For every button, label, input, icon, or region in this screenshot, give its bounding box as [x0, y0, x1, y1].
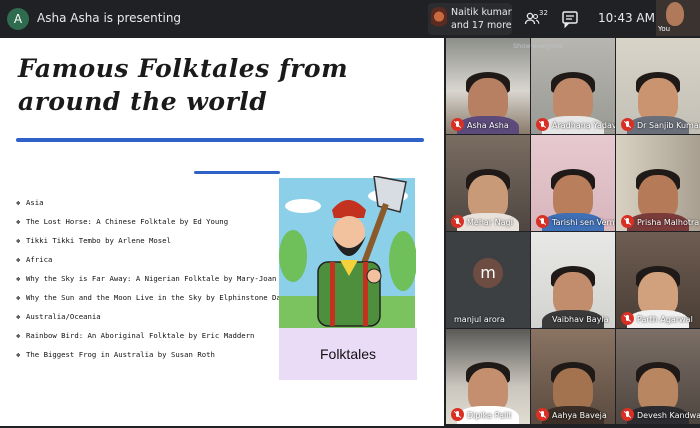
list-item-text: Why the Sun and the Moon Live in the Sky… — [26, 293, 303, 302]
top-bar: A Asha Asha is presenting Naitik kumar a… — [0, 0, 700, 50]
presenter-avatar[interactable]: A — [7, 8, 29, 30]
participant-name: Tarishi sen Verma — [552, 218, 615, 227]
participant-tile[interactable]: Dipika Palit — [446, 329, 530, 424]
participant-tile[interactable]: Tarishi sen Verma — [531, 135, 615, 231]
list-item: ❖ Africa — [16, 253, 307, 272]
overflow-more: and 17 more — [451, 20, 512, 31]
list-item-text: Rainbow Bird: An Aboriginal Folktale by … — [26, 331, 255, 340]
clock: 10:43 AM — [598, 11, 655, 25]
list-item: ❖ Why the Sun and the Moon Live in the Sk… — [16, 291, 307, 310]
chat-icon[interactable] — [560, 9, 580, 29]
list-item: ❖ The Biggest Frog in Australia by Susan … — [16, 348, 307, 367]
list-item: ❖ Why the Sky is Far Away: A Nigerian Fol… — [16, 272, 307, 291]
participant-name: Prisha Malhotra — [637, 218, 700, 227]
mic-off-icon — [451, 408, 464, 421]
participant-name: Dipika Palit — [467, 411, 512, 420]
participant-name: Vaibhav Bayla — [552, 315, 609, 324]
avatar — [431, 7, 447, 31]
participant-tile[interactable]: m manjul arora — [446, 232, 530, 328]
list-item-text: The Lost Horse: A Chinese Folktale by Ed… — [26, 217, 229, 226]
avatar: m — [473, 258, 503, 288]
show-everyone-tooltip: Show everyone — [513, 42, 564, 50]
bullet-icon: ❖ — [16, 255, 21, 264]
participant-grid: Asha Asha Aradhana Yadav Dr Sanjib Kumar… — [446, 38, 700, 426]
participant-tile[interactable]: Vaibhav Bayla — [531, 232, 615, 328]
participant-tile[interactable]: Parth Agarwal — [616, 232, 700, 328]
mic-off-icon — [621, 408, 634, 421]
participant-tile[interactable]: Mehar Nagi — [446, 135, 530, 231]
folktale-list: ❖ Asia ❖ The Lost Horse: A Chinese Folktal… — [16, 196, 307, 367]
participant-tile[interactable]: Dr Sanjib Kumar — [616, 38, 700, 134]
participant-tile[interactable]: Asha Asha — [446, 38, 530, 134]
list-item-text: Asia — [26, 198, 44, 207]
people-icon — [524, 12, 540, 25]
presenting-status: Asha Asha is presenting — [37, 11, 182, 25]
meet-window: A Asha Asha is presenting Naitik kumar a… — [0, 0, 700, 428]
participants-overflow-chip[interactable]: Naitik kumar and 17 more — [428, 3, 512, 35]
mic-off-icon — [536, 118, 549, 131]
bullet-icon: ❖ — [16, 274, 21, 283]
bullet-icon: ❖ — [16, 293, 21, 302]
list-item: ❖ Australia/Oceania — [16, 310, 307, 329]
mic-off-icon — [621, 312, 634, 325]
bullet-icon: ❖ — [16, 236, 21, 245]
list-item-text: Africa — [26, 255, 53, 264]
mic-off-icon — [451, 118, 464, 131]
participant-name: manjul arora — [454, 315, 505, 324]
participant-tile[interactable]: Aahya Baveja — [531, 329, 615, 424]
overflow-name: Naitik kumar — [451, 7, 512, 18]
decorative-rule — [194, 171, 280, 174]
mic-off-icon — [621, 215, 634, 228]
list-item-text: Tikki Tikki Tembo by Arlene Mosel — [26, 236, 171, 245]
participant-tile[interactable]: Prisha Malhotra — [616, 135, 700, 231]
illustration-caption: Folktales — [279, 328, 417, 380]
participant-name: Parth Agarwal — [637, 315, 693, 324]
list-item: ❖ Asia — [16, 196, 307, 215]
participant-tile[interactable]: Aradhana Yadav — [531, 38, 615, 134]
mic-off-icon — [536, 408, 549, 421]
people-button[interactable]: 32 — [514, 3, 554, 35]
list-item-text: Why the Sky is Far Away: A Nigerian Folk… — [26, 274, 308, 283]
audio-level-icon — [537, 315, 548, 328]
mic-off-icon — [536, 215, 549, 228]
participant-name: Aahya Baveja — [552, 411, 607, 420]
list-item: ❖ Rainbow Bird: An Aboriginal Folktale by… — [16, 329, 307, 348]
title-underline — [16, 138, 424, 142]
list-item: ❖ Tikki Tikki Tembo by Arlene Mosel — [16, 234, 307, 253]
bullet-icon: ❖ — [16, 217, 21, 226]
participant-name: Devesh Kandwal — [637, 411, 700, 420]
list-item: ❖ The Lost Horse: A Chinese Folktale by E… — [16, 215, 307, 234]
list-item-text: The Biggest Frog in Australia by Susan R… — [26, 350, 215, 359]
overflow-label: Naitik kumar and 17 more — [451, 6, 512, 32]
people-count: 32 — [539, 9, 548, 17]
participant-tile[interactable]: Devesh Kandwal — [616, 329, 700, 424]
self-view[interactable]: You — [656, 0, 700, 36]
bullet-icon: ❖ — [16, 198, 21, 207]
self-video — [666, 2, 684, 26]
list-item-text: Australia/Oceania — [26, 312, 101, 321]
participant-name: Mehar Nagi — [467, 218, 513, 227]
bullet-icon: ❖ — [16, 312, 21, 321]
self-label: You — [658, 25, 671, 33]
mic-off-icon — [451, 215, 464, 228]
bullet-icon: ❖ — [16, 331, 21, 340]
slide-title: Famous Folktales from around the world — [18, 54, 349, 116]
mic-off-icon — [621, 118, 634, 131]
participant-name: Asha Asha — [467, 121, 509, 130]
participant-name: Dr Sanjib Kumar — [637, 121, 700, 130]
bullet-icon: ❖ — [16, 350, 21, 359]
participant-name: Aradhana Yadav — [552, 121, 615, 130]
presentation-slide: Famous Folktales from around the world ❖… — [0, 38, 444, 426]
